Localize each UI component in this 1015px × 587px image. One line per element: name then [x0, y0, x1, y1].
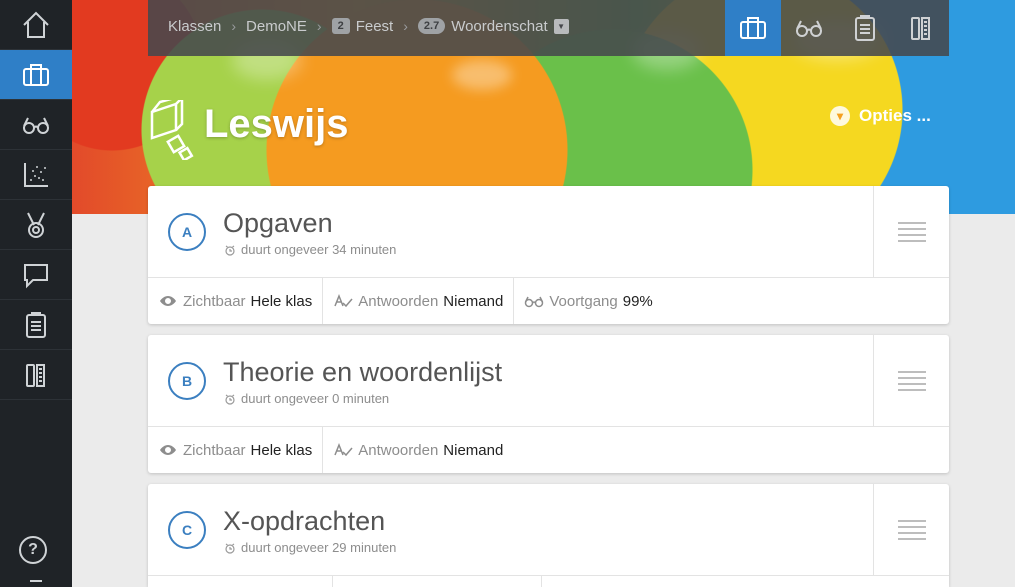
sidebar-item-tasks[interactable] [0, 300, 72, 350]
tab-lesson[interactable] [725, 0, 781, 56]
options-button[interactable]: ▾ Opties ... [830, 106, 931, 126]
sidebar-item-review[interactable] [0, 100, 72, 150]
tab-review[interactable] [781, 0, 837, 56]
breadcrumb-chapter[interactable]: Feest [356, 18, 394, 35]
glasses-icon [796, 20, 822, 37]
answers-setting[interactable]: Antwoorden Niemand [323, 427, 513, 473]
breadcrumb-klassen[interactable]: Klassen [168, 18, 221, 35]
options-label: Opties ... [859, 106, 931, 125]
duration: duurt ongeveer 0 minuten [224, 391, 389, 406]
home-icon [23, 11, 49, 38]
page-title: Leswijs [204, 102, 349, 146]
card-footer [148, 576, 949, 587]
card-footer: Zichtbaar Hele klas Antwoorden Niemand [148, 427, 949, 473]
progress-label: Voortgang [549, 292, 618, 310]
glasses-icon [525, 296, 544, 308]
sidebar-item-results[interactable] [0, 150, 72, 200]
section-letter: A [168, 213, 206, 251]
card-header[interactable]: A Opgaven duurt ongeveer 34 minuten [148, 186, 949, 278]
tab-tools[interactable] [893, 0, 949, 56]
cube-icon [148, 94, 198, 163]
help-button[interactable]: ? [19, 536, 47, 564]
breadcrumb-section[interactable]: Woordenschat [451, 18, 547, 35]
sidebar-item-messages[interactable] [0, 250, 72, 300]
visibility-setting[interactable]: Zichtbaar Hele klas [148, 427, 324, 473]
answers-label: Antwoorden [358, 292, 439, 310]
breadcrumb: Klassen › DemoNE › 2 Feest › 2.7 Woorden… [168, 0, 569, 52]
visibility-setting[interactable]: Zichtbaar Hele klas [148, 278, 324, 324]
chapter-badge: 2 [331, 18, 350, 34]
visibility-value: Hele klas [250, 292, 313, 310]
sidebar-item-home[interactable] [0, 0, 72, 50]
duration-text: duurt ongeveer 34 minuten [241, 242, 397, 257]
answers-value: Niemand [443, 292, 504, 310]
answers-label: Antwoorden [358, 441, 439, 459]
drag-handle[interactable] [873, 186, 949, 278]
briefcase-icon [740, 17, 766, 39]
section-title[interactable]: Theorie en woordenlijst [223, 357, 502, 388]
sidebar-item-awards[interactable] [0, 200, 72, 250]
visibility-label: Zichtbaar [183, 441, 246, 459]
drag-handle[interactable] [873, 335, 949, 427]
chevron-right-icon: › [403, 18, 408, 34]
ruler-pencil-icon [26, 363, 45, 387]
clipboard-icon [26, 311, 46, 338]
top-bar: Klassen › DemoNE › 2 Feest › 2.7 Woorden… [148, 0, 949, 56]
duration: duurt ongeveer 34 minuten [224, 242, 396, 257]
tab-tasks[interactable] [837, 0, 893, 56]
sidebar: ? [0, 0, 72, 587]
section-card-a: A Opgaven duurt ongeveer 34 minuten Zich… [148, 186, 949, 324]
section-card-c: C X-opdrachten duurt ongeveer 29 minuten [148, 484, 949, 587]
eye-icon [160, 296, 176, 306]
section-card-b: B Theorie en woordenlijst duurt ongeveer… [148, 335, 949, 473]
answers-setting[interactable]: Antwoorden Niemand [323, 278, 515, 324]
duration-text: duurt ongeveer 0 minuten [241, 391, 390, 406]
chevron-down-icon: ▾ [830, 106, 850, 126]
card-header[interactable]: B Theorie en woordenlijst duurt ongeveer… [148, 335, 949, 427]
answers-icon [334, 442, 353, 457]
duration-text: duurt ongeveer 29 minuten [241, 540, 397, 555]
alarm-clock-icon [225, 245, 235, 256]
chevron-right-icon: › [316, 18, 322, 34]
visibility-label: Zichtbaar [183, 292, 246, 310]
card-footer: Zichtbaar Hele klas Antwoorden Niemand V… [148, 278, 949, 324]
breadcrumb-class[interactable]: DemoNE [246, 18, 307, 35]
alarm-clock-icon [225, 543, 235, 554]
hamburger-icon [897, 371, 926, 391]
dropdown-caret-icon[interactable]: ▼ [553, 18, 569, 34]
section-letter: B [168, 362, 206, 400]
duration: duurt ongeveer 29 minuten [224, 540, 396, 555]
clipboard-icon [855, 15, 875, 41]
hamburger-icon [897, 520, 926, 540]
scatter-chart-icon [24, 162, 48, 187]
progress-value: 99% [622, 292, 653, 310]
visibility-value: Hele klas [250, 441, 313, 459]
glasses-icon [23, 117, 49, 134]
collapse-icon[interactable] [30, 580, 42, 587]
chevron-right-icon: › [231, 18, 237, 34]
chat-icon [24, 263, 48, 288]
section-title[interactable]: X-opdrachten [223, 506, 385, 537]
card-header[interactable]: C X-opdrachten duurt ongeveer 29 minuten [148, 484, 949, 576]
sidebar-item-tools[interactable] [0, 350, 72, 400]
briefcase-icon [23, 63, 49, 86]
section-badge: 2.7 [417, 18, 446, 34]
sidebar-item-lesson[interactable] [0, 50, 72, 100]
ruler-pencil-icon [911, 17, 930, 40]
answers-icon [334, 293, 353, 308]
alarm-clock-icon [225, 394, 235, 405]
section-title[interactable]: Opgaven [223, 208, 333, 239]
section-letter: C [168, 511, 206, 549]
answers-value: Niemand [443, 441, 504, 459]
medal-icon [27, 212, 45, 238]
progress-info[interactable]: Voortgang 99% [514, 278, 662, 324]
eye-icon [160, 445, 176, 455]
hamburger-icon [897, 222, 926, 242]
drag-handle[interactable] [873, 484, 949, 576]
